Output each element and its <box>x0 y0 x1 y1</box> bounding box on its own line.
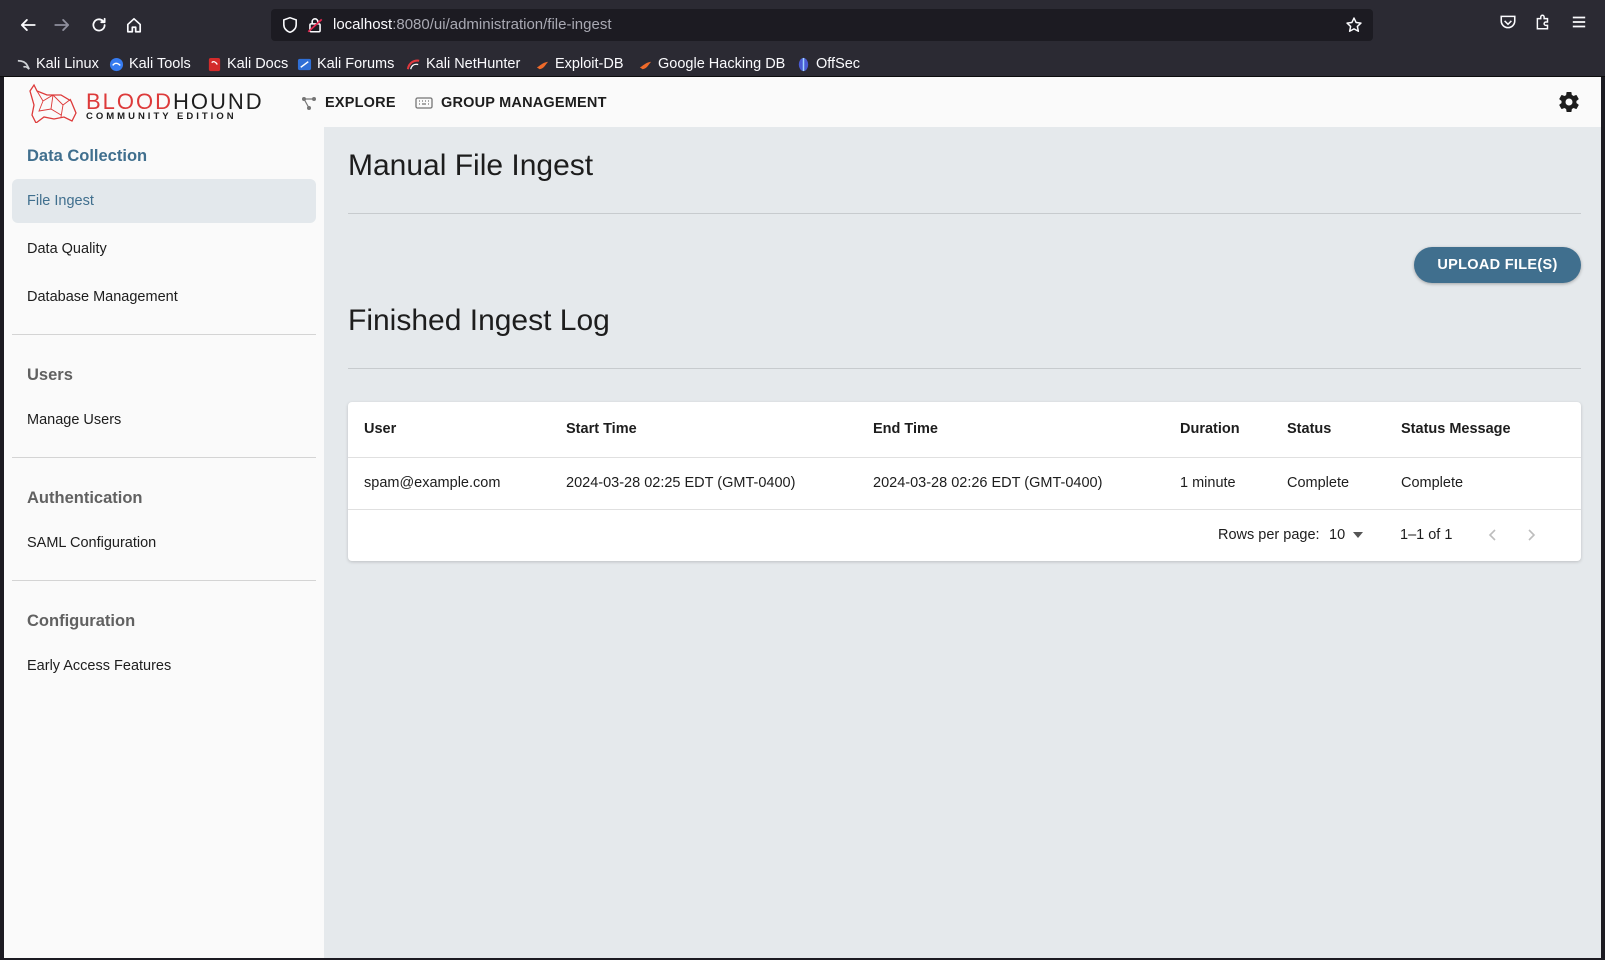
nav-group-management[interactable]: GROUP MANAGEMENT <box>415 91 607 115</box>
admin-sidebar: Data Collection File Ingest Data Quality… <box>4 127 324 958</box>
reload-button[interactable] <box>85 11 113 39</box>
bookmark-google-hacking-db[interactable]: Google Hacking DB <box>638 54 785 74</box>
column-header-status: Status <box>1287 421 1332 437</box>
pagination-range: 1–1 of 1 <box>1400 527 1453 543</box>
url-bar[interactable]: localhost:8080/ui/administration/file-in… <box>271 9 1373 41</box>
insecure-lock-icon[interactable] <box>306 16 324 34</box>
bookmark-kali-nethunter[interactable]: Kali NetHunter <box>406 54 520 74</box>
rows-per-page-label: Rows per page: <box>1218 527 1320 543</box>
tracking-shield-icon[interactable] <box>281 16 299 34</box>
log-title-divider <box>348 368 1581 369</box>
bookmark-kali-tools[interactable]: Kali Tools <box>109 54 191 74</box>
previous-page-icon[interactable] <box>1486 527 1500 543</box>
column-header-end-time: End Time <box>873 421 938 437</box>
exploit-db-icon <box>536 61 549 69</box>
nav-explore[interactable]: EXPLORE <box>301 91 396 115</box>
sidebar-divider <box>12 580 316 581</box>
upload-files-button[interactable]: UPLOAD FILE(S) <box>1414 247 1581 283</box>
hound-logo-icon <box>29 83 77 123</box>
ingest-log-table: User Start Time End Time Duration Status… <box>348 402 1581 561</box>
dropdown-caret-icon <box>1353 532 1364 538</box>
bookmarks-toolbar: Kali Linux Kali Tools Kali Docs Kali For… <box>0 50 1605 77</box>
explore-graph-icon <box>302 97 316 110</box>
kali-docs-icon <box>208 57 221 71</box>
forward-arrow-icon <box>54 19 70 31</box>
column-header-user: User <box>364 421 397 437</box>
back-arrow-icon <box>20 19 36 31</box>
browser-toolbar: localhost:8080/ui/administration/file-in… <box>0 0 1605 50</box>
sidebar-item-early-access-features[interactable]: Early Access Features <box>12 644 316 688</box>
header-row-divider <box>348 457 1581 458</box>
section-title-authentication: Authentication <box>27 489 143 507</box>
keyboard-icon <box>415 97 433 109</box>
ghdb-icon <box>639 61 652 69</box>
app-header: BLOODHOUND COMMUNITY EDITION EXPLORE GRO… <box>4 77 1601 127</box>
home-icon <box>126 17 142 33</box>
offsec-icon <box>798 57 809 71</box>
kali-tools-icon <box>109 57 124 71</box>
kali-nethunter-icon <box>406 59 420 69</box>
extensions-icon[interactable] <box>1534 13 1552 31</box>
cell-duration: 1 minute <box>1180 475 1236 491</box>
sidebar-item-saml-configuration[interactable]: SAML Configuration <box>12 521 316 565</box>
section-title-configuration: Configuration <box>27 612 136 630</box>
cell-start-time: 2024-03-28 02:25 EDT (GMT-0400) <box>566 475 796 491</box>
cell-status: Complete <box>1287 475 1350 491</box>
url-text[interactable]: localhost:8080/ui/administration/file-in… <box>333 16 612 33</box>
pocket-icon[interactable] <box>1499 13 1517 31</box>
bookmark-kali-forums[interactable]: Kali Forums <box>297 54 394 74</box>
forward-button[interactable] <box>48 11 76 39</box>
cell-end-time: 2024-03-28 02:26 EDT (GMT-0400) <box>873 475 1103 491</box>
bookmark-offsec[interactable]: OffSec <box>796 54 860 74</box>
column-header-status-message: Status Message <box>1401 421 1511 437</box>
cell-status-message: Complete <box>1401 475 1464 491</box>
sidebar-item-file-ingest[interactable]: File Ingest <box>12 179 316 223</box>
column-header-start-time: Start Time <box>566 421 637 437</box>
gear-icon[interactable] <box>1557 90 1581 114</box>
section-title-users: Users <box>27 366 73 384</box>
kali-forums-icon <box>297 58 312 70</box>
sidebar-item-database-management[interactable]: Database Management <box>12 275 316 319</box>
ingest-log-title: Finished Ingest Log <box>348 304 610 337</box>
hamburger-menu-icon[interactable] <box>1570 13 1588 31</box>
bookmark-kali-linux[interactable]: Kali Linux <box>16 54 99 74</box>
bookmark-exploit-db[interactable]: Exploit-DB <box>535 54 624 74</box>
logo-subtitle: COMMUNITY EDITION <box>86 111 237 122</box>
page-title: Manual File Ingest <box>348 149 594 182</box>
kali-dragon-icon <box>17 59 30 70</box>
next-page-icon[interactable] <box>1524 527 1538 543</box>
row-divider <box>348 509 1581 510</box>
sidebar-divider <box>12 334 316 335</box>
rows-per-page-select[interactable]: 10 <box>1329 527 1364 543</box>
back-button[interactable] <box>14 11 42 39</box>
bookmark-kali-docs[interactable]: Kali Docs <box>207 54 288 74</box>
cell-user: spam@example.com <box>364 475 501 491</box>
bloodhound-logo[interactable]: BLOODHOUND COMMUNITY EDITION <box>26 83 262 123</box>
section-title-data-collection: Data Collection <box>27 147 148 165</box>
column-header-duration: Duration <box>1180 421 1240 437</box>
bloodhound-app: BLOODHOUND COMMUNITY EDITION EXPLORE GRO… <box>4 77 1601 958</box>
home-button[interactable] <box>120 11 148 39</box>
title-divider <box>348 213 1581 214</box>
main-content: Manual File Ingest UPLOAD FILE(S) Finish… <box>324 127 1601 958</box>
reload-icon <box>92 17 106 32</box>
sidebar-item-manage-users[interactable]: Manage Users <box>12 398 316 442</box>
sidebar-divider <box>12 457 316 458</box>
sidebar-item-data-quality[interactable]: Data Quality <box>12 227 316 271</box>
bookmark-star-icon[interactable] <box>1345 16 1363 34</box>
